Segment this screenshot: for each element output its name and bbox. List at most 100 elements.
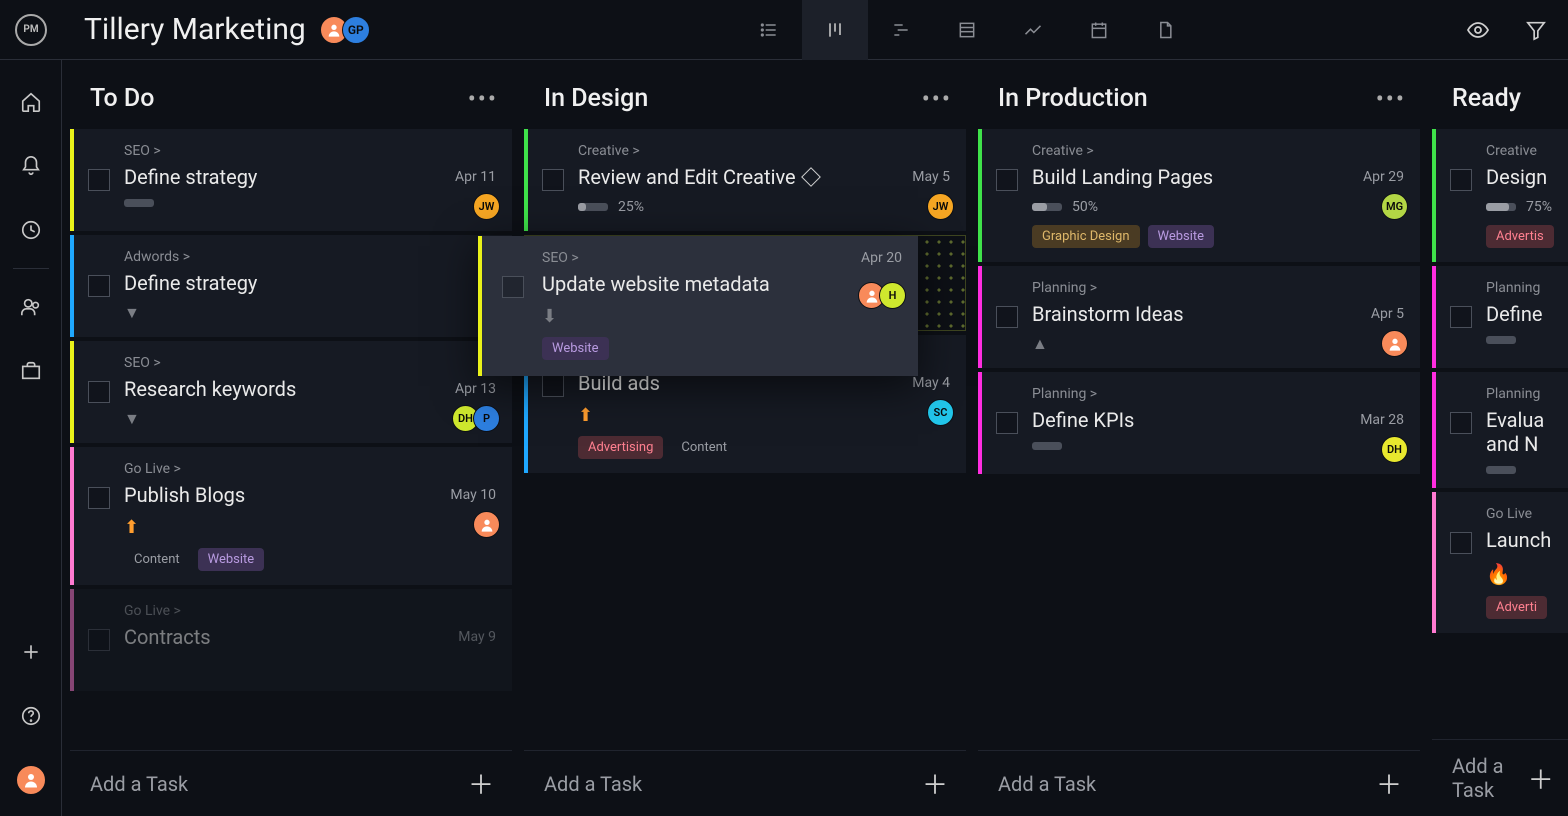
- view-calendar-icon[interactable]: [1066, 0, 1132, 60]
- expand-caret-icon[interactable]: ▼: [124, 409, 494, 429]
- tag-chip[interactable]: Adverti: [1486, 596, 1547, 619]
- column-menu-icon[interactable]: •••: [468, 85, 498, 113]
- view-sheet-icon[interactable]: [934, 0, 1000, 60]
- card-category[interactable]: SEO >: [124, 355, 494, 371]
- task-card[interactable]: Planning Define: [1432, 266, 1568, 368]
- task-checkbox[interactable]: [542, 169, 564, 191]
- task-checkbox[interactable]: [996, 306, 1018, 328]
- avatar[interactable]: [473, 511, 500, 538]
- tag-chip[interactable]: Content: [671, 436, 737, 459]
- task-checkbox[interactable]: [996, 412, 1018, 434]
- view-dashboard-icon[interactable]: [1000, 0, 1066, 60]
- task-card[interactable]: Go Live > Contracts May 9: [70, 589, 512, 691]
- view-list-icon[interactable]: [736, 0, 802, 60]
- expand-caret-icon[interactable]: ▼: [124, 303, 494, 323]
- card-avatars[interactable]: H: [858, 282, 906, 309]
- card-category[interactable]: Creative >: [1032, 143, 1402, 159]
- visibility-icon[interactable]: [1458, 10, 1498, 50]
- card-category[interactable]: Go Live: [1486, 506, 1554, 522]
- task-card[interactable]: Creative > Review and Edit Creative May …: [524, 129, 966, 231]
- task-checkbox[interactable]: [88, 381, 110, 403]
- task-checkbox[interactable]: [1450, 306, 1472, 328]
- card-avatars[interactable]: JW: [473, 193, 500, 220]
- task-card[interactable]: Planning Evaluaand N: [1432, 372, 1568, 488]
- task-checkbox[interactable]: [1450, 412, 1472, 434]
- card-category[interactable]: Planning >: [1032, 386, 1402, 402]
- view-gantt-icon[interactable]: [868, 0, 934, 60]
- add-task-button[interactable]: Add a Task＋: [70, 750, 512, 816]
- task-checkbox[interactable]: [88, 275, 110, 297]
- sidebar-portfolio-icon[interactable]: [13, 353, 49, 389]
- task-card[interactable]: SEO > Define strategy Apr 11 JW: [70, 129, 512, 231]
- tag-chip[interactable]: Advertis: [1486, 225, 1554, 248]
- avatar[interactable]: MG: [1381, 193, 1408, 220]
- add-task-button[interactable]: Add a Task＋: [524, 750, 966, 816]
- avatar[interactable]: [1381, 330, 1408, 357]
- avatar[interactable]: JW: [473, 193, 500, 220]
- dragging-card[interactable]: SEO > Update website metadata Apr 20 H ⬇…: [478, 236, 918, 376]
- sidebar-notifications-icon[interactable]: [13, 148, 49, 184]
- task-card[interactable]: Planning > Define KPIs Mar 28 DH: [978, 372, 1420, 474]
- card-avatars[interactable]: MG: [1381, 193, 1408, 220]
- task-checkbox[interactable]: [502, 276, 524, 298]
- tag-chip[interactable]: Website: [198, 548, 265, 571]
- card-category[interactable]: Adwords >: [124, 249, 494, 265]
- card-avatars[interactable]: [473, 511, 500, 538]
- task-card[interactable]: Go Live Launch 🔥 Adverti: [1432, 492, 1568, 633]
- kanban-board[interactable]: To Do ••• SEO > Define strategy Apr 11 J…: [62, 60, 1568, 816]
- card-category[interactable]: Planning >: [1032, 280, 1402, 296]
- task-checkbox[interactable]: [1450, 532, 1472, 554]
- card-category[interactable]: SEO >: [124, 143, 494, 159]
- view-board-icon[interactable]: [802, 0, 868, 60]
- task-card[interactable]: Go Live > Publish Blogs May 10 ⬆ Content…: [70, 447, 512, 585]
- sidebar-team-icon[interactable]: [13, 289, 49, 325]
- avatar[interactable]: H: [879, 282, 906, 309]
- card-category[interactable]: Planning: [1486, 386, 1554, 402]
- sidebar-recent-icon[interactable]: [13, 212, 49, 248]
- task-card[interactable]: Planning > Brainstorm Ideas Apr 5 ▲: [978, 266, 1420, 368]
- avatar[interactable]: DH: [1381, 436, 1408, 463]
- tag-chip[interactable]: Website: [542, 337, 609, 360]
- tag-chip[interactable]: Graphic Design: [1032, 225, 1140, 248]
- collapse-caret-icon[interactable]: ▲: [1032, 334, 1402, 354]
- header-avatars[interactable]: GP: [320, 16, 370, 44]
- column-menu-icon[interactable]: •••: [922, 85, 952, 113]
- task-checkbox[interactable]: [542, 375, 564, 397]
- task-card[interactable]: SEO > Research keywords Apr 13 DHP ▼: [70, 341, 512, 443]
- tag-chip[interactable]: Advertising: [578, 436, 663, 459]
- card-category[interactable]: Go Live >: [124, 603, 494, 619]
- tag-chip[interactable]: Content: [124, 548, 190, 571]
- avatar[interactable]: GP: [342, 16, 370, 44]
- avatar[interactable]: JW: [927, 193, 954, 220]
- card-category[interactable]: Creative >: [578, 143, 948, 159]
- avatar[interactable]: P: [473, 405, 500, 432]
- avatar[interactable]: SC: [927, 399, 954, 426]
- card-category[interactable]: Creative: [1486, 143, 1554, 159]
- card-category[interactable]: SEO >: [542, 250, 900, 266]
- task-checkbox[interactable]: [88, 487, 110, 509]
- card-category[interactable]: Planning: [1486, 280, 1554, 296]
- sidebar-user-avatar[interactable]: [13, 762, 49, 798]
- sidebar-add-icon[interactable]: [13, 634, 49, 670]
- task-checkbox[interactable]: [88, 629, 110, 651]
- task-checkbox[interactable]: [1450, 169, 1472, 191]
- task-checkbox[interactable]: [88, 169, 110, 191]
- sidebar-home-icon[interactable]: [13, 84, 49, 120]
- card-avatars[interactable]: DH: [1381, 436, 1408, 463]
- task-card[interactable]: Creative Design 75% Advertis: [1432, 129, 1568, 262]
- card-avatars[interactable]: JW: [927, 193, 954, 220]
- task-card[interactable]: Adwords > Define strategy ▼: [70, 235, 512, 337]
- add-task-button[interactable]: Add a Task＋: [1432, 739, 1568, 816]
- column-menu-icon[interactable]: •••: [1376, 85, 1406, 113]
- view-file-icon[interactable]: [1132, 0, 1198, 60]
- task-card[interactable]: Creative > Build Landing Pages Apr 29 MG…: [978, 129, 1420, 262]
- sidebar-help-icon[interactable]: [13, 698, 49, 734]
- card-category[interactable]: Go Live >: [124, 461, 494, 477]
- card-avatars[interactable]: [1381, 330, 1408, 357]
- card-avatars[interactable]: DHP: [452, 405, 500, 432]
- card-avatars[interactable]: SC: [927, 399, 954, 426]
- filter-icon[interactable]: [1516, 10, 1556, 50]
- add-task-button[interactable]: Add a Task＋: [978, 750, 1420, 816]
- app-logo[interactable]: PM: [0, 14, 62, 46]
- task-checkbox[interactable]: [996, 169, 1018, 191]
